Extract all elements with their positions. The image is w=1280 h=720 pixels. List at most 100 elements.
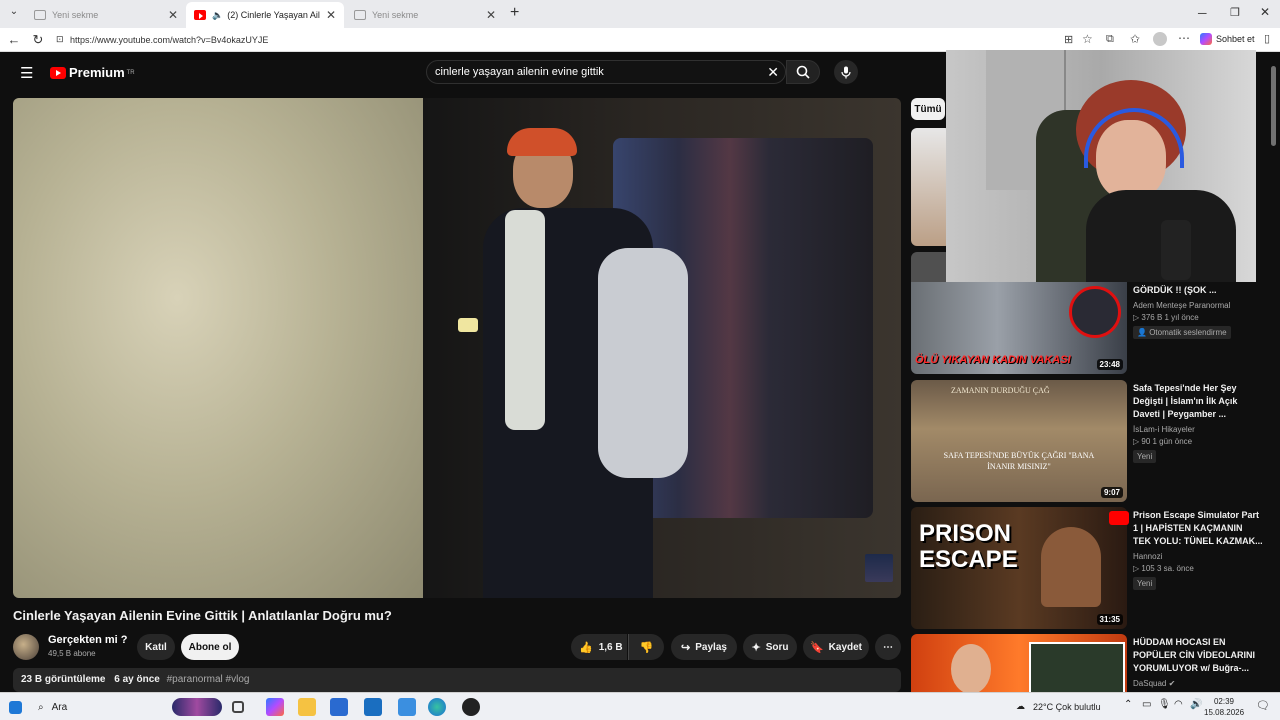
volume-icon[interactable]: 🔊 [1190,699,1202,710]
weather-widget[interactable]: ☁ 22°C Çok bulutlu [1016,701,1101,712]
site-info-icon[interactable]: ⊡ [56,34,64,45]
search-input[interactable]: cinlerle yaşayan ailenin evine gittik ✕ [426,60,786,84]
favorite-star-icon[interactable]: ☆ [1082,32,1093,46]
extensions-icon[interactable]: ⧉ [1106,33,1114,46]
logo-region: TR [126,69,135,76]
tray-chevron-icon[interactable]: ⌃ [1124,699,1132,710]
more-menu-icon[interactable]: ⋯ [1178,31,1190,45]
more-actions-button[interactable]: ⋯ [875,634,901,660]
minimize-button[interactable]: ─ [1198,6,1207,20]
url-field[interactable]: ⊡ https://www.youtube.com/watch?v=Bv4oka… [52,31,1052,49]
ask-label: Soru [765,641,789,653]
thumbnail-caption: ÖLÜ YIKAYAN KADIN VAKASI [915,354,1071,366]
recommendation-item[interactable]: ZAMANIN DURDUĞU ÇAĞ SAFA TEPESİ'NDE BÜYÜ… [911,380,1271,502]
store-icon[interactable] [330,698,348,716]
video-title: Cinlerle Yaşayan Ailenin Evine Gittik | … [13,608,392,623]
chip-all[interactable]: Tümü [911,98,945,120]
recommendation-thumbnail[interactable]: ZAMANIN DURDUĞU ÇAĞ SAFA TEPESİ'NDE BÜYÜ… [911,380,1127,502]
app-icon[interactable] [398,698,416,716]
notifications-icon[interactable]: 🗨 [1256,699,1270,712]
video-frame-scarf [505,210,545,430]
video-player[interactable] [13,98,901,598]
outlook-icon[interactable] [364,698,382,716]
widgets-badge[interactable] [172,698,222,716]
close-window-button[interactable]: ✕ [1260,5,1270,19]
close-tab-icon[interactable]: ✕ [326,8,336,22]
refresh-button[interactable]: ↻ [30,32,46,48]
chip-label: Tümü [914,103,942,115]
recommendation-channel[interactable]: Adem Menteşe Paranormal [1133,301,1263,310]
url-text: https://www.youtube.com/watch?v=Bv4okazU… [70,35,269,45]
save-button[interactable]: 🔖 Kaydet [803,634,869,660]
file-explorer-icon[interactable] [298,698,316,716]
clock[interactable]: 02:39 15.08.2026 [1204,696,1244,718]
tab-3[interactable]: Yeni sekme ✕ [346,2,504,28]
subscribe-button[interactable]: Abone ol [181,634,239,660]
recommendation-channel[interactable]: Hannozi [1133,552,1263,561]
split-screen-icon[interactable]: ⊞ [1064,33,1073,46]
edge-icon[interactable] [428,698,446,716]
copilot-chat-button[interactable]: Sohbet et [1200,33,1255,45]
recommendation-channel[interactable]: İsLam-i Hikayeler [1133,425,1263,434]
sidebar-toggle-icon[interactable]: ▯ [1264,32,1270,45]
tab-list-dropdown-icon[interactable]: ⌄ [6,6,22,22]
favorites-icon[interactable]: ✩ [1130,32,1140,46]
page-icon [34,10,46,20]
more-icon: ⋯ [883,641,893,653]
recommendation-thumbnail[interactable] [911,634,1127,692]
description-box[interactable]: 23 B görüntüleme 6 ay önce #paranormal #… [13,668,901,692]
page-icon [354,10,366,20]
back-button[interactable]: ← [6,32,22,47]
windows-start-icon[interactable] [9,701,22,714]
taskbar-search-label: Ara [51,701,68,713]
search-icon: ⌕ [38,701,44,713]
recommendation-item[interactable]: HÜDDAM HOCASI EN POPÜLER CİN VİDEOLARINI… [911,634,1271,692]
recommendation-thumbnail[interactable]: ÖLÜ YIKAYAN KADIN VAKASI 23:48 [911,282,1127,374]
ask-button[interactable]: ✦ Soru [743,634,797,660]
profile-avatar[interactable] [1153,32,1167,46]
new-tab-button[interactable]: + [510,4,519,22]
hashtags[interactable]: #paranormal #vlog [167,674,250,685]
maximize-button[interactable]: ❐ [1230,6,1240,19]
close-tab-icon[interactable]: ✕ [486,8,496,22]
dislike-button[interactable]: 👎 [628,634,664,660]
channel-name[interactable]: Gerçekten mi ? [48,634,127,646]
join-button[interactable]: Katıl [137,634,175,660]
recommendation-item[interactable]: PRISON ESCAPE 31:35 Prison Escape Simula… [911,507,1271,629]
channel-avatar[interactable] [13,634,39,660]
tab-1[interactable]: Yeni sekme ✕ [26,2,186,28]
youtube-logo[interactable]: Premium TR [50,65,135,80]
close-tab-icon[interactable]: ✕ [168,8,178,22]
scrollbar-thumb[interactable] [1271,66,1276,146]
clear-search-icon[interactable]: ✕ [767,64,779,81]
search-button[interactable] [786,60,820,84]
speaker-icon[interactable]: 🔈 [212,10,223,21]
tab-2[interactable]: 🔈 (2) Cinlerle Yaşayan Ailenin E... ✕ [186,2,344,28]
wifi-icon[interactable]: ◠ [1174,699,1183,710]
voice-search-button[interactable] [834,60,858,84]
microphone-tray-icon[interactable]: 🎙 [1158,699,1171,710]
recommendation-channel[interactable]: DaSquad ✔ [1133,679,1263,688]
menu-icon[interactable]: ☰ [20,64,33,82]
recommendation-thumbnail-partial[interactable] [911,128,951,246]
task-view-icon[interactable] [232,701,244,713]
thumbnail-caption: PRISON ESCAPE [919,520,1018,573]
network-icon[interactable]: ▭ [1142,699,1151,710]
tab-title: (2) Cinlerle Yaşayan Ailenin E... [227,10,320,20]
recommendation-thumbnail[interactable]: PRISON ESCAPE 31:35 [911,507,1127,629]
thumbnail-person [1041,527,1101,607]
page-scrollbar[interactable] [1270,52,1278,692]
windows-taskbar: ⌕ Ara ☁ 22°C Çok bulutlu ⌃ ▭ 🎙 ◠ 🔊 02:39… [0,692,1280,720]
channel-watermark[interactable] [865,554,893,582]
recommendation-item[interactable]: ÖLÜ YIKAYAN KADIN VAKASI 23:48 GÖRDÜK !!… [911,282,1271,374]
channel-label: DaSquad [1133,679,1167,688]
recommendation-thumbnail-partial[interactable] [911,252,951,282]
obs-icon[interactable] [462,698,480,716]
webcam-overlay [946,50,1256,282]
thumbnail-inset [1029,642,1125,692]
new-badge: Yeni [1133,450,1157,463]
like-button[interactable]: 👍 1,6 B [571,634,627,660]
copilot-icon[interactable] [266,698,284,716]
taskbar-search[interactable]: ⌕ Ara [38,699,168,715]
share-button[interactable]: ↪ Paylaş [671,634,737,660]
